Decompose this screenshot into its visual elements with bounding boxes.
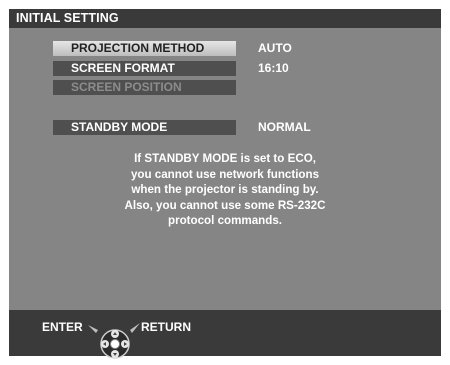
menu-value-standby-mode: NORMAL xyxy=(258,120,311,134)
menu-value-projection-method: AUTO xyxy=(258,41,292,55)
menu-item-label: SCREEN FORMAT xyxy=(71,61,175,75)
menu-item-screen-format[interactable]: SCREEN FORMAT xyxy=(53,61,236,76)
enter-hint: ENTER xyxy=(42,320,83,334)
menu-item-screen-position: SCREEN POSITION xyxy=(53,80,236,95)
title-bar: INITIAL SETTING xyxy=(9,9,441,28)
message-line: when the projector is standing by. xyxy=(131,183,319,196)
menu-item-projection-method[interactable]: PROJECTION METHOD xyxy=(53,41,236,56)
menu-value-screen-format: 16:10 xyxy=(258,61,289,75)
menu-item-label: STANDBY MODE xyxy=(71,120,168,134)
return-hint: RETURN xyxy=(141,320,191,334)
message-line: you cannot use network functions xyxy=(130,167,320,181)
menu-item-label: PROJECTION METHOD xyxy=(71,41,205,55)
message-line: Also, you cannot use some RS-232C xyxy=(124,198,326,212)
info-message: If STANDBY MODE is set to ECO, you canno… xyxy=(60,151,390,229)
dpad-icon xyxy=(88,323,140,359)
page-title: INITIAL SETTING xyxy=(16,11,119,25)
initial-setting-screen: INITIAL SETTING PROJECTION METHOD AUTO S… xyxy=(0,0,450,365)
message-line: protocol commands. xyxy=(167,214,283,227)
message-line: If STANDBY MODE is set to ECO, xyxy=(134,152,316,165)
menu-item-standby-mode[interactable]: STANDBY MODE xyxy=(53,120,236,135)
menu-item-label: SCREEN POSITION xyxy=(71,80,182,94)
